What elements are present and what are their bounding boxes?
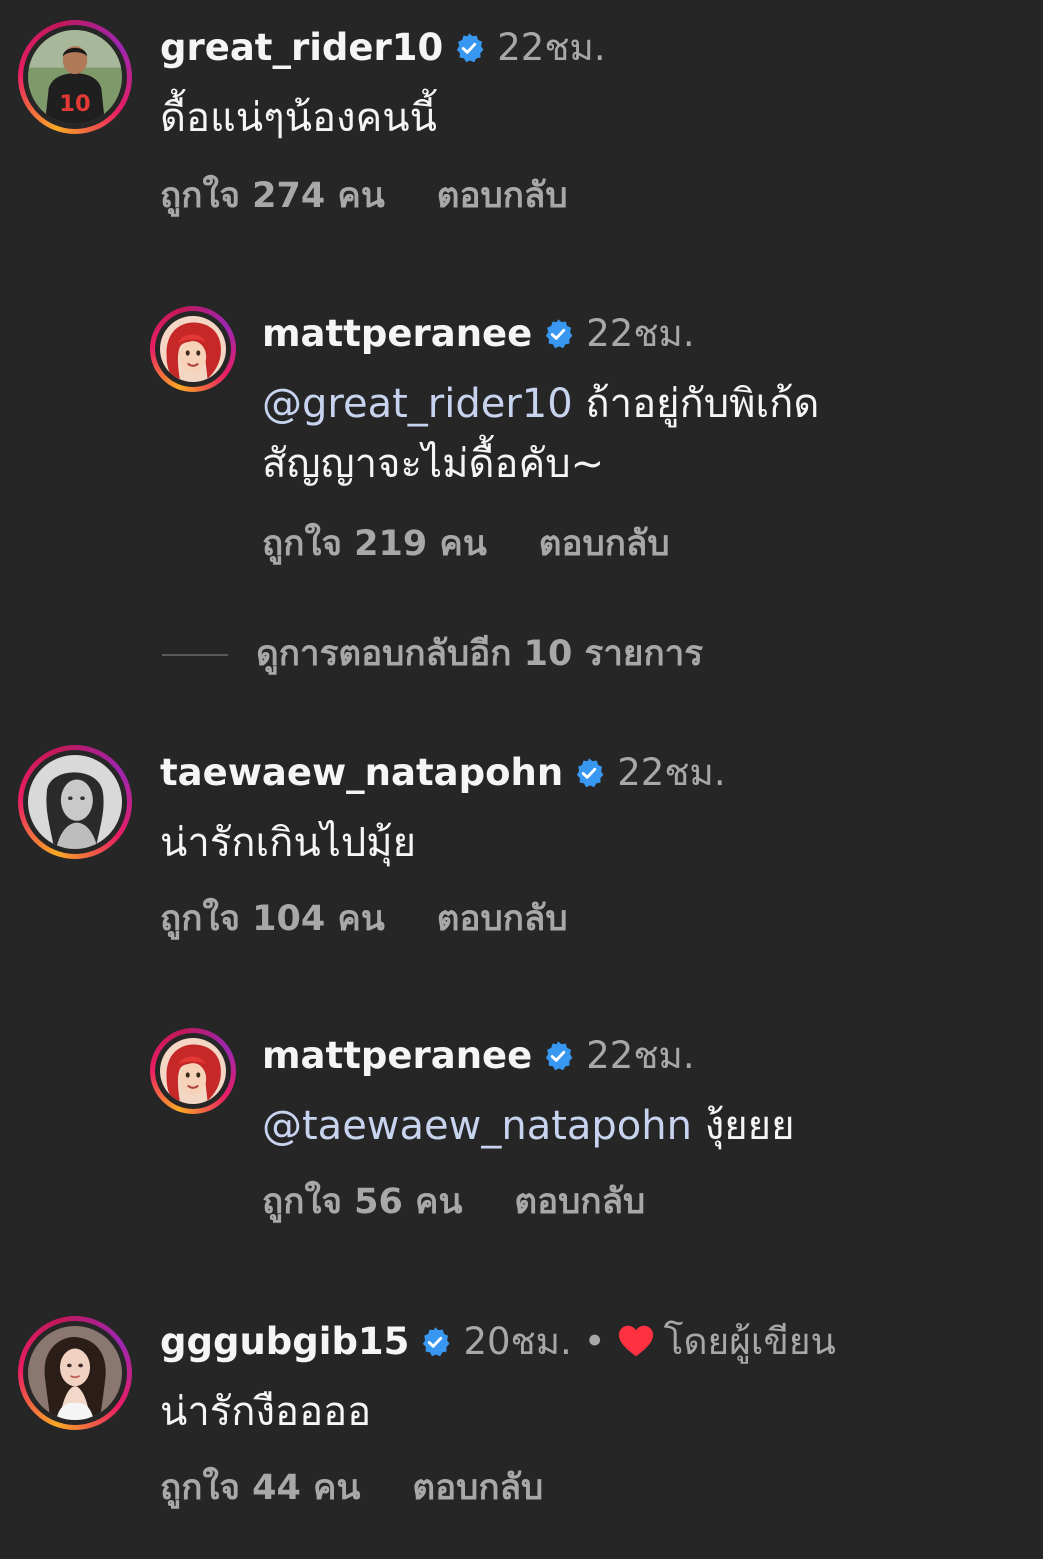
username[interactable]: great_rider10 bbox=[160, 26, 443, 69]
timestamp: 22ชม. bbox=[586, 312, 695, 355]
like-count[interactable]: ถูกใจ 104 คน bbox=[160, 899, 385, 939]
comment-actions: ถูกใจ 44 คน ตอบกลับ bbox=[160, 1466, 543, 1510]
timestamp: 22ชม. bbox=[617, 751, 726, 794]
bw-portrait-avatar bbox=[28, 755, 122, 849]
comment-text: ดื้อแน่ๆน้องคนนี้ bbox=[160, 95, 437, 141]
reply-item: mattperanee 22ชม. @taewaew_natapohn งุ้ยย… bbox=[0, 1022, 1043, 1252]
verified-badge-icon bbox=[453, 28, 485, 60]
avatar[interactable] bbox=[18, 1316, 132, 1430]
separator-dot: • bbox=[583, 1320, 606, 1363]
comment-header: great_rider10 22ชม. bbox=[160, 24, 606, 72]
verified-badge-icon bbox=[573, 753, 605, 785]
liked-by-author-label: โดยผู้เขียน bbox=[663, 1320, 836, 1363]
comment-text: @great_rider10 ถ้าอยู่กับพิเก้ด สัญญาจะไ… bbox=[262, 374, 942, 494]
reply-button[interactable]: ตอบกลับ bbox=[514, 1182, 645, 1222]
comment-actions: ถูกใจ 104 คน ตอบกลับ bbox=[160, 897, 568, 941]
view-more-replies-label: ดูการตอบกลับอีก 10 รายการ bbox=[256, 634, 704, 674]
reply-button[interactable]: ตอบกลับ bbox=[539, 524, 670, 564]
timestamp: 22ชม. bbox=[586, 1034, 695, 1077]
username[interactable]: gggubgib15 bbox=[160, 1320, 409, 1363]
comment-item: great_rider10 22ชม. ดื้อแน่ๆน้องคนนี้ ถูก… bbox=[0, 0, 1043, 240]
heart-icon bbox=[618, 1322, 654, 1357]
comment-item: taewaew_natapohn 22ชม. น่ารักเกินไปมุ้ย ถ… bbox=[0, 725, 1043, 965]
verified-badge-icon bbox=[542, 1036, 574, 1068]
comment-actions: ถูกใจ 56 คน ตอบกลับ bbox=[262, 1180, 645, 1224]
timestamp: 22ชม. bbox=[497, 26, 606, 69]
football-player-avatar bbox=[28, 30, 122, 124]
verified-badge-icon bbox=[542, 314, 574, 346]
comment-text-body: งุ้ยยย bbox=[691, 1103, 795, 1149]
verified-badge-icon bbox=[419, 1322, 451, 1354]
avatar[interactable] bbox=[150, 306, 236, 392]
username[interactable]: mattperanee bbox=[262, 1034, 532, 1077]
username[interactable]: taewaew_natapohn bbox=[160, 751, 563, 794]
comment-item: gggubgib15 20ชม. • โดยผู้เขียน น่ารักงืออออ… bbox=[0, 1296, 1043, 1536]
comment-header: mattperanee 22ชม. bbox=[262, 310, 695, 358]
comment-text: น่ารักงืออออ bbox=[160, 1389, 372, 1435]
comment-actions: ถูกใจ 274 คน ตอบกลับ bbox=[160, 174, 568, 218]
reply-button[interactable]: ตอบกลับ bbox=[412, 1468, 543, 1508]
woman-portrait-avatar bbox=[28, 1326, 122, 1420]
divider bbox=[162, 654, 228, 656]
red-hair-cartoon-avatar bbox=[160, 1038, 226, 1104]
mention-link[interactable]: @taewaew_natapohn bbox=[262, 1103, 692, 1149]
avatar[interactable] bbox=[18, 20, 132, 134]
like-count[interactable]: ถูกใจ 44 คน bbox=[160, 1468, 360, 1508]
view-more-replies-button[interactable]: ดูการตอบกลับอีก 10 รายการ bbox=[162, 632, 703, 676]
reply-button[interactable]: ตอบกลับ bbox=[437, 176, 568, 216]
mention-link[interactable]: @great_rider10 bbox=[262, 381, 573, 427]
avatar[interactable] bbox=[18, 745, 132, 859]
timestamp: 20ชม. bbox=[463, 1320, 572, 1363]
comment-text: @taewaew_natapohn งุ้ยยย bbox=[262, 1096, 795, 1156]
avatar[interactable] bbox=[150, 1028, 236, 1114]
red-hair-cartoon-avatar bbox=[160, 316, 226, 382]
like-count[interactable]: ถูกใจ 274 คน bbox=[160, 176, 385, 216]
comment-header: mattperanee 22ชม. bbox=[262, 1032, 695, 1080]
comment-actions: ถูกใจ 219 คน ตอบกลับ bbox=[262, 522, 670, 566]
like-count[interactable]: ถูกใจ 56 คน bbox=[262, 1182, 462, 1222]
reply-button[interactable]: ตอบกลับ bbox=[437, 899, 568, 939]
reply-item: mattperanee 22ชม. @great_rider10 ถ้าอยู่ก… bbox=[0, 300, 1043, 600]
comment-text: น่ารักเกินไปมุ้ย bbox=[160, 820, 417, 866]
like-count[interactable]: ถูกใจ 219 คน bbox=[262, 524, 487, 564]
comment-header: taewaew_natapohn 22ชม. bbox=[160, 749, 726, 797]
comment-header: gggubgib15 20ชม. • โดยผู้เขียน bbox=[160, 1318, 836, 1366]
username[interactable]: mattperanee bbox=[262, 312, 532, 355]
